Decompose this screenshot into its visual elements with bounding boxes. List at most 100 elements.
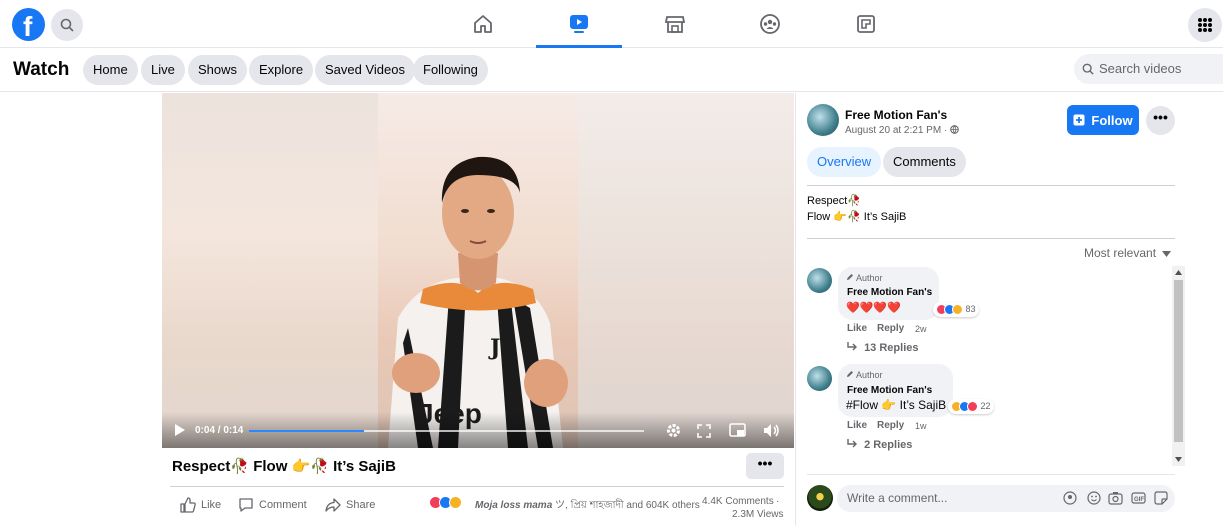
watch-header: Watch Home Live Shows Explore Saved Vide… — [0, 48, 1223, 92]
pill-explore[interactable]: Explore — [249, 55, 314, 85]
nav-watch-tab[interactable] — [536, 0, 622, 48]
search-icon — [1082, 63, 1094, 75]
post-caption-line-1: Respect🥀 — [807, 195, 862, 207]
comment-avatar[interactable] — [807, 268, 832, 293]
tab-overview[interactable]: Overview — [807, 147, 882, 177]
play-icon[interactable] — [174, 424, 186, 436]
page-name[interactable]: Free Motion Fan's — [845, 108, 947, 122]
watch-icon — [570, 14, 588, 33]
view-replies-link[interactable]: 2 Replies — [847, 439, 912, 451]
comments-count[interactable]: 4.4K Comments — [702, 496, 774, 507]
pill-saved-videos[interactable]: Saved Videos — [315, 55, 415, 85]
pointing-hand-emoji: 👉 — [291, 458, 311, 475]
settings-gear-icon[interactable] — [665, 422, 682, 439]
facebook-logo[interactable]: f — [12, 8, 45, 42]
gif-icon[interactable]: GIF — [1131, 491, 1146, 505]
svg-text:J: J — [488, 335, 500, 361]
emoji-icon[interactable] — [1087, 491, 1101, 505]
post-divider — [170, 486, 784, 487]
pill-shows[interactable]: Shows — [188, 55, 248, 85]
marketplace-icon — [664, 16, 686, 33]
video-title: Respect🥀 Flow 👉🥀 It’s SajiB — [172, 458, 396, 475]
comment-reply-link[interactable]: Reply — [877, 420, 904, 431]
tabs-divider — [807, 185, 1175, 186]
composer-divider — [807, 474, 1175, 475]
video-progress-bar[interactable] — [249, 430, 644, 432]
svg-text:GIF: GIF — [1134, 497, 1144, 503]
reactions-summary[interactable]: Moja loss mama ツ, প্রিয় শাহজাদী and 604… — [475, 496, 700, 515]
page-more-button[interactable]: ••• — [1146, 106, 1175, 135]
volume-icon[interactable] — [763, 423, 780, 438]
post-more-button[interactable]: ••• — [746, 453, 784, 479]
comment-age: 2w — [915, 324, 927, 334]
sticker-icon[interactable] — [1154, 491, 1168, 505]
comment-age: 1w — [915, 421, 927, 431]
love-reaction-icon — [967, 401, 978, 413]
comment-author-name[interactable]: Free Motion Fan's — [847, 287, 932, 298]
search-videos-input[interactable]: Search videos — [1074, 54, 1223, 84]
nav-home-tab[interactable] — [440, 0, 526, 48]
video-blur-right — [578, 93, 794, 448]
follow-button[interactable]: Follow — [1067, 105, 1139, 135]
nav-groups-tab[interactable] — [727, 0, 813, 48]
view-replies-link[interactable]: 13 Replies — [847, 342, 918, 354]
post-reaction-icons[interactable] — [429, 494, 462, 512]
pencil-icon — [847, 274, 853, 280]
watch-title: Watch — [13, 59, 70, 80]
caret-down-icon — [1162, 251, 1172, 257]
like-button[interactable]: Like — [180, 497, 221, 513]
rose-emoji: 🥀 — [847, 195, 862, 207]
search-button[interactable] — [51, 9, 83, 41]
top-navigation-bar: f — [0, 0, 1223, 48]
comments-scrollbar[interactable] — [1172, 266, 1185, 466]
scrollbar-thumb[interactable] — [1174, 280, 1183, 442]
scroll-down-arrow-icon[interactable] — [1175, 457, 1182, 462]
nav-marketplace-tab[interactable] — [632, 0, 718, 48]
follow-plus-icon — [1073, 114, 1085, 126]
camera-icon[interactable] — [1108, 491, 1123, 505]
post-date[interactable]: August 20 at 2:21 PM · — [845, 125, 959, 136]
tab-comments[interactable]: Comments — [883, 147, 966, 177]
pill-home[interactable]: Home — [83, 55, 138, 85]
comment-reply-link[interactable]: Reply — [877, 323, 904, 334]
rose-emoji: 🥀 — [230, 458, 250, 475]
search-icon — [60, 18, 74, 32]
video-player[interactable]: J Jeep 0:04 / 0:14 — [162, 93, 794, 448]
comment-reactions[interactable]: 22 — [948, 399, 994, 414]
thumbs-up-icon — [180, 497, 196, 513]
pill-following[interactable]: Following — [413, 55, 488, 85]
comment-reactions[interactable]: 83 — [933, 302, 979, 317]
nav-gaming-tab[interactable] — [823, 0, 909, 48]
scroll-up-arrow-icon[interactable] — [1175, 270, 1182, 275]
video-frame: J Jeep — [378, 93, 578, 448]
rose-emoji: 🥀 — [847, 211, 861, 223]
picture-in-picture-icon[interactable] — [729, 423, 746, 438]
comment-button[interactable]: Comment — [238, 497, 307, 513]
views-count: 2.3M Views — [732, 509, 784, 520]
video-time: 0:04 / 0:14 — [195, 425, 244, 436]
sort-dropdown[interactable]: Most relevant — [1084, 246, 1172, 260]
avatar-sticker-icon[interactable] — [1063, 491, 1077, 505]
pill-live[interactable]: Live — [141, 55, 185, 85]
user-avatar[interactable] — [807, 485, 833, 511]
haha-reaction-icon — [449, 496, 462, 510]
comment-like-link[interactable]: Like — [847, 420, 867, 431]
reply-arrow-icon — [847, 439, 857, 448]
page-avatar[interactable] — [807, 104, 839, 136]
comment-author-name[interactable]: Free Motion Fan's — [847, 385, 932, 396]
fullscreen-icon[interactable] — [697, 424, 711, 438]
share-button[interactable]: Share — [325, 497, 375, 513]
gaming-icon — [857, 15, 875, 33]
globe-icon — [950, 125, 959, 134]
author-badge: Author — [846, 370, 883, 380]
write-comment-input[interactable]: Write a comment... — [837, 485, 1175, 512]
player-figure-image: J Jeep — [388, 156, 568, 448]
video-blur-left — [162, 93, 378, 448]
comment-text: ❤️❤️❤️❤️ — [846, 302, 901, 314]
comment-icon — [239, 498, 253, 512]
comment-like-link[interactable]: Like — [847, 323, 867, 334]
author-badge: Author — [846, 273, 883, 283]
comment-avatar[interactable] — [807, 366, 832, 391]
menu-button[interactable] — [1188, 8, 1222, 42]
comment-text: #Flow 👉 It’s SajiB — [846, 398, 947, 412]
